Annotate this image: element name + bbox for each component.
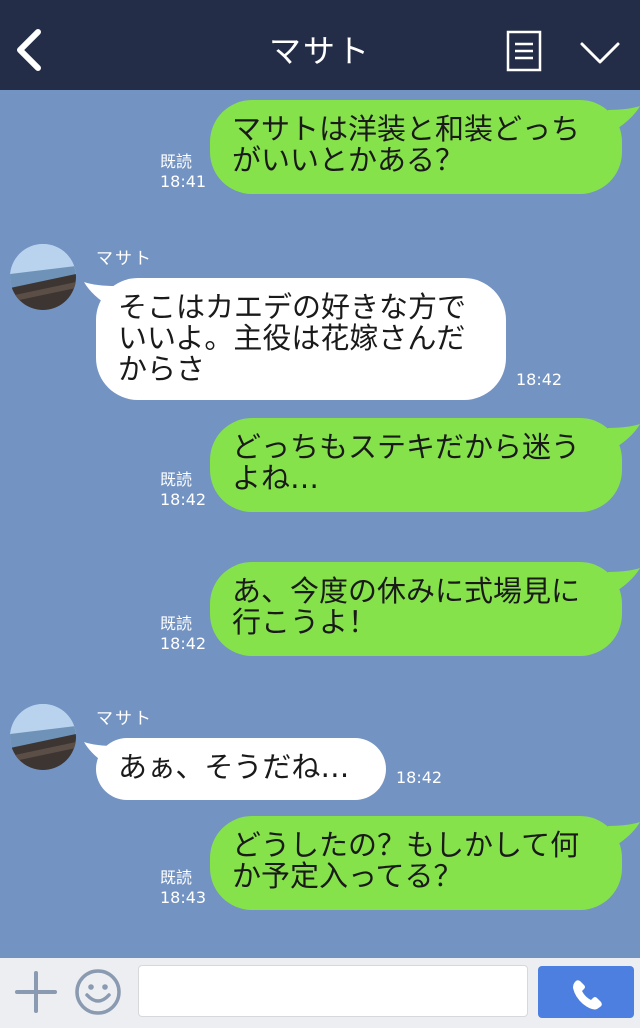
- bubble-tail: [608, 568, 640, 594]
- message-time: 18:42: [160, 634, 207, 653]
- read-label: 既読: [160, 868, 193, 887]
- sender-name: マサト: [96, 709, 153, 729]
- read-receipt: 既読 18:41: [160, 152, 206, 192]
- read-label: 既読: [160, 152, 193, 171]
- chat-title: マサト: [268, 32, 371, 70]
- received-message-bubble[interactable]: そこはカエデの好きな方で いいよ。主役は花嫁さんだ からさ: [96, 278, 506, 400]
- plus-icon: [15, 971, 57, 1013]
- menu-button[interactable]: [506, 30, 542, 72]
- message-line: そこはカエデの好きな方で: [118, 290, 467, 324]
- sent-message-bubble[interactable]: マサトは洋装と和装どっち がいいとかある？: [210, 100, 622, 194]
- message-time: 18:42: [396, 768, 443, 787]
- message-time: 18:42: [516, 370, 563, 389]
- message-input[interactable]: [138, 965, 528, 1017]
- list-menu-icon: [506, 30, 542, 72]
- collapse-button[interactable]: [578, 36, 622, 68]
- message-line: がいいとかある？: [232, 143, 465, 177]
- message-line: あぁ、そうだね…: [118, 750, 350, 784]
- message-line: あ、今度の休みに式場見に: [232, 574, 581, 608]
- chevron-down-icon: [580, 42, 620, 64]
- emoji-button[interactable]: [74, 968, 122, 1016]
- sent-message-bubble[interactable]: どっちもステキだから迷う よね…: [210, 418, 622, 512]
- avatar[interactable]: [10, 244, 76, 310]
- add-attachment-button[interactable]: [14, 970, 58, 1014]
- message-line: マサトは洋装と和装どっち: [232, 112, 581, 146]
- bubble-tail: [608, 106, 640, 132]
- message-line: からさ: [118, 352, 206, 386]
- message-line: か予定入ってる？: [232, 859, 463, 893]
- avatar-photo: [10, 244, 76, 310]
- read-label: 既読: [160, 614, 193, 633]
- sent-message-bubble[interactable]: あ、今度の休みに式場見に 行こうよ！: [210, 562, 622, 656]
- chat-header: マサト: [0, 0, 640, 90]
- call-button[interactable]: [538, 966, 634, 1018]
- read-receipt: 既読 18:42: [160, 470, 206, 510]
- read-receipt: 既読 18:42: [160, 614, 206, 654]
- bubble-tail: [608, 822, 640, 848]
- received-message-bubble[interactable]: あぁ、そうだね…: [96, 738, 386, 800]
- back-button[interactable]: [14, 28, 46, 72]
- message-line: よね…: [232, 461, 320, 495]
- phone-icon: [573, 980, 602, 1010]
- avatar[interactable]: [10, 704, 76, 770]
- sender-name: マサト: [96, 249, 153, 269]
- avatar-photo: [10, 704, 76, 770]
- message-line: いいよ。主役は花嫁さんだ: [118, 321, 466, 355]
- message-time: 18:43: [160, 888, 207, 907]
- message-input-bar: [0, 958, 640, 1028]
- chevron-left-icon: [17, 29, 41, 71]
- message-line: どうしたの？もしかして何: [232, 828, 580, 862]
- message-time: 18:41: [160, 172, 207, 191]
- sent-message-bubble[interactable]: どうしたの？もしかして何 か予定入ってる？: [210, 816, 622, 910]
- message-line: どっちもステキだから迷う: [232, 430, 581, 464]
- smiley-icon: [75, 969, 121, 1015]
- message-line: 行こうよ！: [232, 605, 378, 639]
- message-time: 18:42: [160, 490, 207, 509]
- bubble-tail: [608, 424, 640, 450]
- read-label: 既読: [160, 470, 193, 489]
- read-receipt: 既読 18:43: [160, 868, 206, 908]
